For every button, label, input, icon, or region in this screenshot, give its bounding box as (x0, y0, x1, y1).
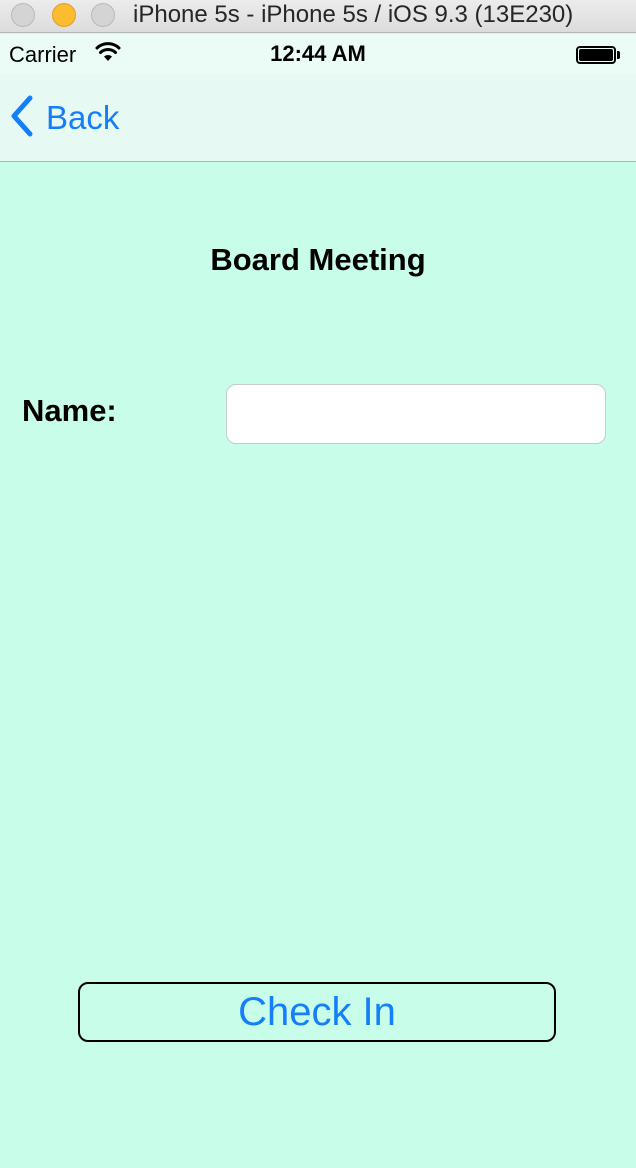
back-button[interactable]: Back (10, 94, 119, 142)
window-title: iPhone 5s - iPhone 5s / iOS 9.3 (13E230) (133, 1, 574, 28)
battery-icon (576, 46, 620, 64)
page-title: Board Meeting (210, 242, 426, 277)
name-label: Name: (22, 393, 117, 428)
check-in-button[interactable]: Check In (78, 982, 556, 1042)
status-bar: Carrier 12:44 AM (0, 34, 636, 74)
name-input[interactable] (226, 384, 606, 444)
back-label: Back (46, 99, 120, 136)
navigation-bar: Back (0, 74, 636, 162)
chevron-left-icon (10, 95, 34, 142)
window-zoom-button[interactable] (91, 3, 115, 27)
window-close-button[interactable] (11, 3, 35, 27)
simulator-title-bar: iPhone 5s - iPhone 5s / iOS 9.3 (13E230) (0, 0, 636, 33)
window-minimize-button[interactable] (52, 3, 76, 27)
status-time: 12:44 AM (270, 41, 366, 66)
